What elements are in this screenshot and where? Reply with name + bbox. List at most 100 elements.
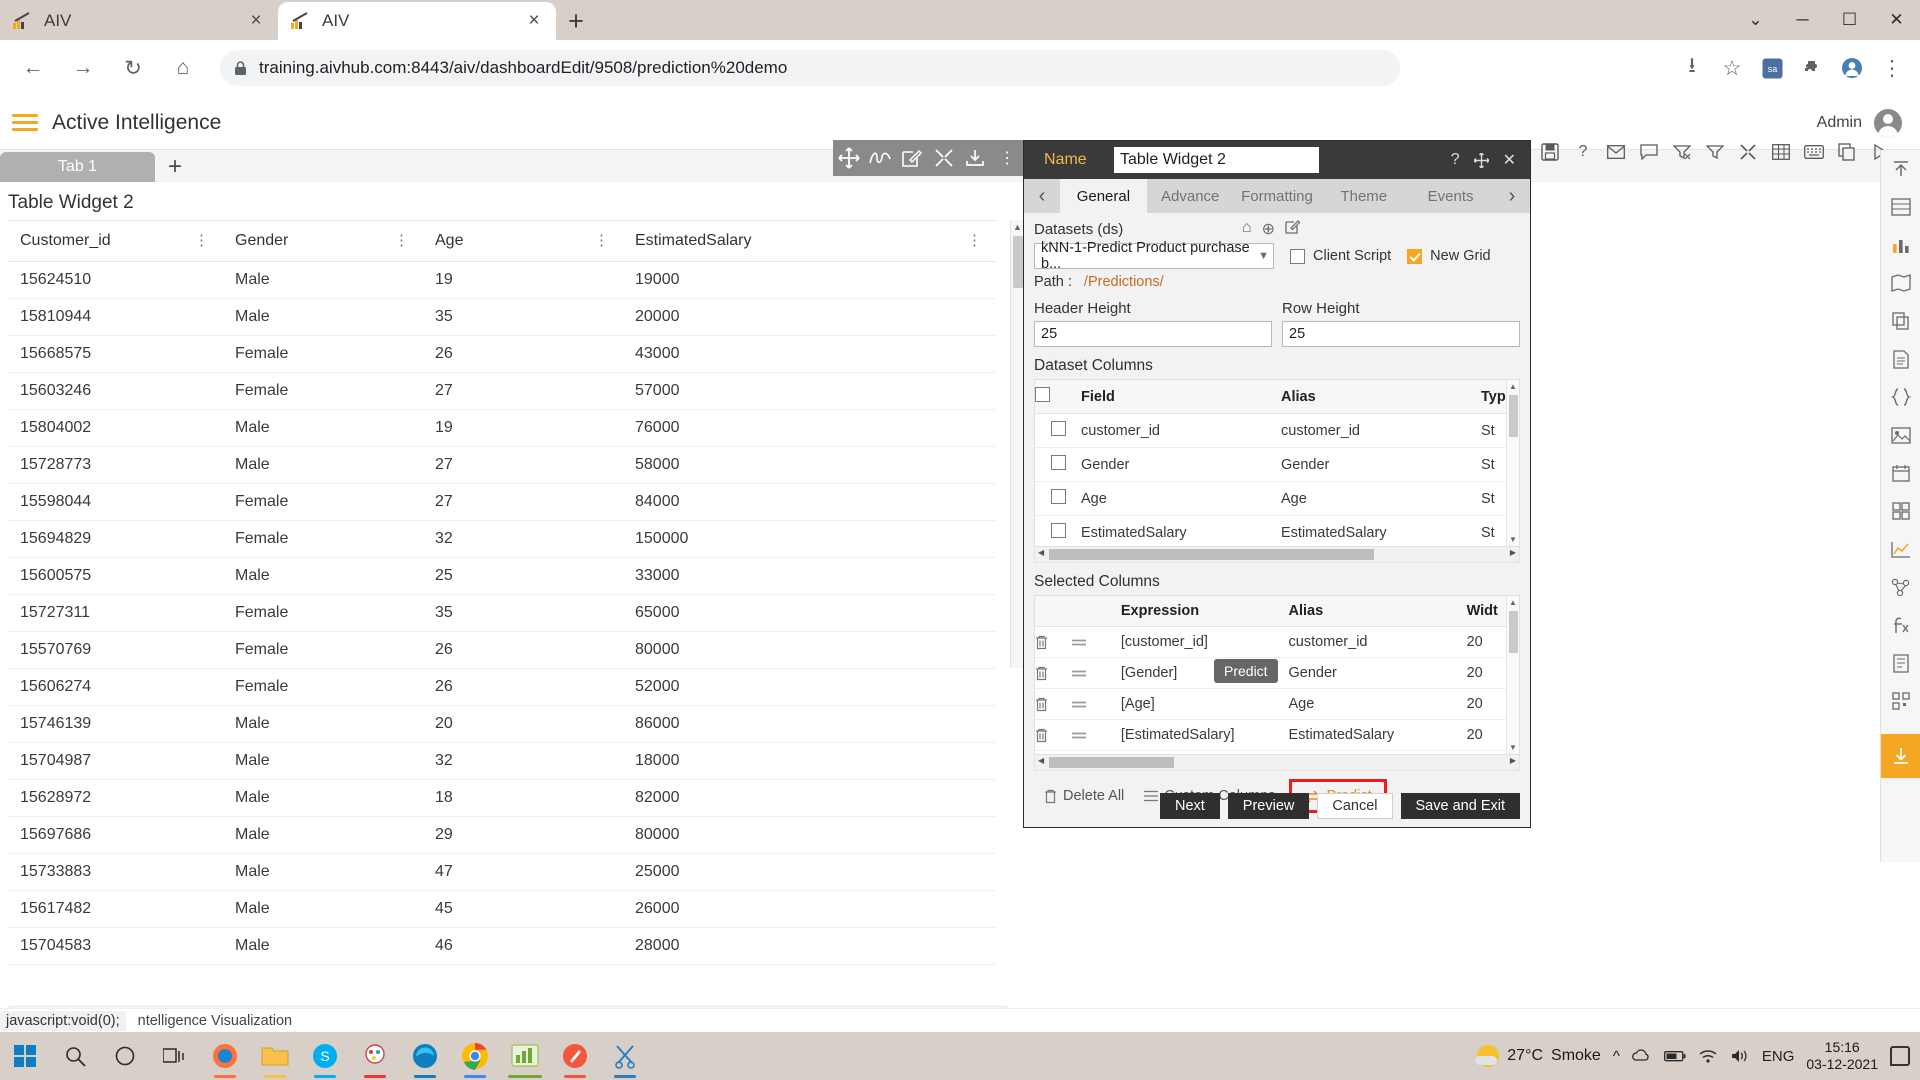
document-icon[interactable] [1888,346,1914,372]
browser-menu-icon[interactable]: ⋮ [1872,47,1912,89]
start-button[interactable] [0,1032,50,1080]
language-indicator[interactable]: ENG [1762,1048,1795,1065]
table-row[interactable]: 15704583 Male 46 28000 [8,927,996,965]
chrome-icon[interactable] [450,1032,500,1080]
column-menu-kebab-icon[interactable]: ⋮ [394,233,409,248]
selected-column-delete-cell[interactable] [1035,626,1071,658]
scroll-left-arrow-icon[interactable]: ◀ [1038,756,1044,765]
table-row[interactable]: 15728773 Male 27 58000 [8,446,996,484]
client-script-checkbox[interactable] [1290,248,1305,264]
function-icon[interactable] [1888,612,1914,638]
selected-column-row[interactable]: [customer_id] customer_id 20 [1035,626,1519,658]
active-app-icon[interactable] [500,1032,550,1080]
dataset-home-icon[interactable]: ⌂ [1242,219,1252,239]
filter-icon[interactable] [1705,142,1725,162]
selected-columns-vscrollbar[interactable]: ▲ ▼ [1506,596,1519,754]
collapse-up-icon[interactable] [1888,156,1914,182]
panel-tabs-next-icon[interactable]: › [1494,179,1530,213]
scroll-down-arrow-icon[interactable]: ▼ [1507,533,1519,546]
column-header-customer-id[interactable]: Customer_id ⋮ [8,220,223,262]
tab-advance[interactable]: Advance [1147,179,1234,213]
table-row[interactable]: 15668575 Female 26 43000 [8,335,996,373]
move-icon[interactable] [836,145,862,171]
dataset-column-row[interactable]: customer_id customer_id St [1035,413,1519,448]
file-text-icon[interactable] [1888,650,1914,676]
client-script-checkbox-row[interactable]: Client Script [1290,248,1391,264]
dataset-column-checkbox[interactable] [1050,455,1066,470]
scroll-thumb[interactable] [1509,611,1518,653]
qr-widget-icon[interactable] [1888,688,1914,714]
selected-column-delete-cell[interactable] [1035,688,1071,720]
code-braces-icon[interactable] [1888,384,1914,410]
new-grid-checkbox-row[interactable]: New Grid [1407,248,1491,264]
image-widget-icon[interactable] [1888,422,1914,448]
table-row[interactable]: 15704987 Male 32 18000 [8,742,996,780]
back-icon[interactable]: ← [12,47,54,89]
column-menu-kebab-icon[interactable]: ⋮ [194,233,209,248]
table-row[interactable]: 15617482 Male 45 26000 [8,890,996,928]
table-row[interactable]: 15727311 Female 35 65000 [8,594,996,632]
task-view-icon[interactable] [150,1032,200,1080]
scroll-up-arrow-icon[interactable]: ▲ [1507,596,1519,609]
scroll-up-arrow-icon[interactable]: ▲ [1507,380,1519,393]
delete-all-button[interactable]: Delete All [1034,783,1134,809]
keyboard-icon[interactable] [1804,142,1824,162]
dataset-column-row[interactable]: EstimatedSalary EstimatedSalary St [1035,515,1519,546]
dataset-select[interactable]: kNN-1-Predict Product purchase b... ▼ [1034,240,1274,272]
table-row[interactable]: 15804002 Male 19 76000 [8,409,996,447]
tab-theme[interactable]: Theme [1320,179,1407,213]
selected-column-delete-cell[interactable] [1035,657,1071,689]
window-maximize-icon[interactable]: ☐ [1826,0,1873,40]
scroll-thumb[interactable] [1013,236,1023,288]
address-bar[interactable]: training.aivhub.com:8443/aiv/dashboardEd… [220,50,1400,86]
skype-icon[interactable]: S [300,1032,350,1080]
selected-column-row[interactable]: [Age] Age 20 [1035,688,1519,720]
dashboard-tab-1[interactable]: Tab 1 [0,152,155,182]
selected-column-drag-handle[interactable] [1070,657,1121,689]
profile-avatar-icon[interactable] [1832,47,1872,89]
dataset-edit-icon[interactable] [1285,219,1300,239]
save-and-exit-button[interactable]: Save and Exit [1400,793,1520,819]
tab-general[interactable]: General [1060,179,1147,213]
dataset-column-checkbox[interactable] [1050,523,1066,538]
onedrive-icon[interactable] [1631,1048,1652,1064]
browser-tab-1[interactable]: AIV × [0,2,278,40]
panel-tabs-prev-icon[interactable]: ‹ [1024,179,1060,213]
table-row[interactable]: 15606274 Female 26 52000 [8,668,996,706]
network-nodes-icon[interactable] [1888,574,1914,600]
home-icon[interactable]: ⌂ [162,47,204,89]
new-tab-button[interactable]: + [556,2,596,40]
grid-layout-icon[interactable] [1888,498,1914,524]
scribble-icon[interactable] [867,145,893,171]
comment-icon[interactable] [1639,142,1659,162]
selected-columns-hscrollbar[interactable]: ◀ ▶ [1034,755,1520,771]
tab-formatting[interactable]: Formatting [1234,179,1321,213]
weather-widget[interactable]: 27°C Smoke [1475,1045,1601,1067]
selected-column-drag-handle[interactable] [1070,626,1121,658]
reload-icon[interactable]: ↻ [112,47,154,89]
column-menu-kebab-icon[interactable]: ⋮ [967,233,982,248]
scroll-down-arrow-icon[interactable]: ▼ [1507,741,1519,754]
table-row[interactable]: 15570769 Female 26 80000 [8,631,996,669]
column-menu-kebab-icon[interactable]: ⋮ [594,233,609,248]
browser-tab-2[interactable]: AIV × [278,2,556,40]
pen-app-icon[interactable] [550,1032,600,1080]
column-header-estimated-salary[interactable]: EstimatedSalary ⋮ [623,220,996,262]
table-row[interactable]: 15598044 Female 27 84000 [8,483,996,521]
line-chart-icon[interactable] [1888,536,1914,562]
preview-button[interactable]: Preview [1227,793,1310,819]
selected-column-drag-handle[interactable] [1070,688,1121,720]
table-row[interactable]: 15697686 Male 29 80000 [8,816,996,854]
panel-close-icon[interactable]: ✕ [1503,150,1516,170]
table-row[interactable]: 15746139 Male 20 86000 [8,705,996,743]
dataset-column-checkbox[interactable] [1050,421,1066,436]
column-header-gender[interactable]: Gender ⋮ [223,220,423,262]
table-row[interactable]: 15810944 Male 35 20000 [8,298,996,336]
next-button[interactable]: Next [1159,793,1220,819]
share-icon[interactable]: ⭳ [1672,47,1712,89]
widget-more-kebab-icon[interactable]: ⋮ [994,145,1020,171]
selected-column-drag-handle[interactable] [1070,719,1121,751]
browser-tab-1-close-icon[interactable]: × [246,10,266,32]
wifi-icon[interactable] [1698,1048,1718,1064]
copy-widget-icon[interactable] [1888,308,1914,334]
